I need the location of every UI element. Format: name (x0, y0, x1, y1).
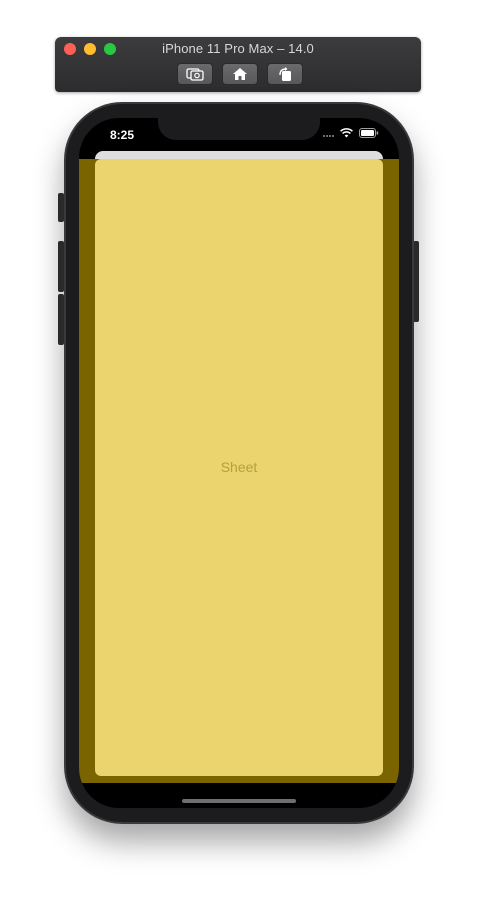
sheet[interactable]: Sheet (95, 159, 383, 776)
rotate-icon (279, 67, 291, 81)
home-indicator[interactable] (182, 799, 296, 803)
home-button[interactable] (222, 63, 258, 85)
battery-icon (359, 128, 379, 138)
wifi-icon (340, 128, 353, 138)
status-icons (323, 128, 379, 138)
simulator-titlebar: iPhone 11 Pro Max – 14.0 (55, 37, 421, 92)
window-title: iPhone 11 Pro Max – 14.0 (162, 41, 314, 56)
device-screen: Sheet 8:25 (79, 118, 399, 808)
signal-icon (323, 129, 334, 137)
notch (158, 118, 320, 140)
screenshot-icon (186, 68, 204, 81)
home-icon (233, 68, 247, 80)
rotate-button[interactable] (267, 63, 303, 85)
screenshot-button[interactable] (177, 63, 213, 85)
status-time: 8:25 (110, 128, 135, 142)
sheet-label: Sheet (220, 459, 258, 475)
